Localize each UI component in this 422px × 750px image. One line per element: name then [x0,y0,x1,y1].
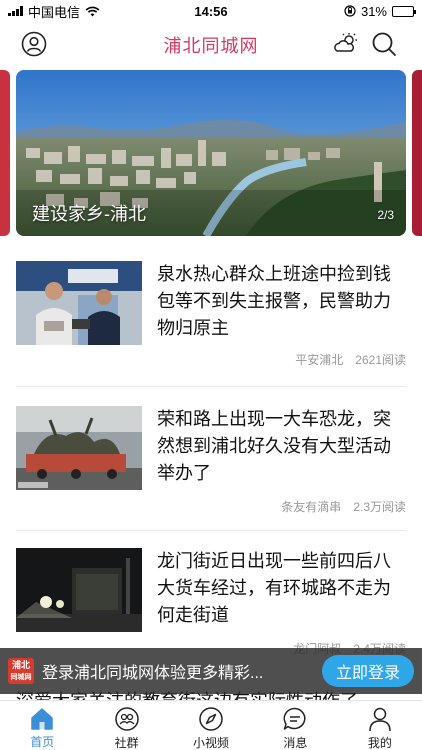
news-thumbnail [16,406,142,490]
app-logo: 浦北 同城网 [8,658,34,684]
tab-label: 我的 [367,736,392,750]
news-title: 龙门街近日出现一些前四后八大货车经过，有环城路不走为何走街道 [157,551,391,625]
login-prompt-text: 登录浦北同城网体验更多精彩... [42,665,264,682]
banner-page-indicator: 2/3 [377,208,394,222]
message-icon [282,706,308,732]
news-source: 条友有滴串 [281,500,342,514]
clock: 14:56 [194,3,228,19]
news-item[interactable]: 泉水热心群众上班途中捡到钱包等不到失主报警，民警助力物归原主 平安浦北 2621… [16,261,408,373]
compass-icon [198,706,224,732]
tab-profile[interactable]: 我的 [338,701,422,750]
news-thumbnail [16,548,142,632]
tab-community[interactable]: 社群 [84,701,168,750]
news-reads: 2621阅读 [355,353,406,367]
signal-icon [8,6,23,16]
header: 浦北同城网 [0,24,422,64]
banner-carousel[interactable]: 建设家乡-浦北 2/3 [0,70,422,238]
wifi-icon [85,6,100,16]
news-item[interactable]: 荣和路上出现一大车恐龙，突然想到浦北好久没有大型活动举办了 条友有滴串 2.3万… [16,406,408,518]
banner-slide[interactable]: 建设家乡-浦北 2/3 [16,70,406,236]
search-icon[interactable] [370,30,398,58]
news-reads: 2.3万阅读 [353,500,406,514]
tab-bar: 首页 社群 小视频 消息 我的 [0,700,422,750]
carrier-label: 中国电信 [28,4,81,20]
orientation-lock-icon [344,5,356,17]
tab-label: 消息 [283,736,308,750]
divider [16,530,406,531]
news-meta: 条友有滴串 2.3万阅读 [281,498,406,515]
battery-icon [392,5,416,17]
tab-label: 首页 [30,735,55,749]
login-prompt-bar: 浦北 同城网 登录浦北同城网体验更多精彩... 立即登录 [0,648,422,694]
tab-home[interactable]: 首页 [0,701,84,750]
profile-icon [367,706,393,732]
news-meta: 平安浦北 2621阅读 [295,351,406,368]
news-item[interactable]: 龙门街近日出现一些前四后八大货车经过，有环城路不走为何走街道 龙门阿叔 2.4万… [16,548,408,656]
home-icon [29,706,55,731]
tab-messages[interactable]: 消息 [253,701,337,750]
prev-slide-peek[interactable] [0,70,10,236]
tab-short-video[interactable]: 小视频 [169,701,253,750]
news-title: 荣和路上出现一大车恐龙，突然想到浦北好久没有大型活动举办了 [157,409,391,483]
tab-label: 小视频 [193,736,230,750]
news-title: 泉水热心群众上班途中捡到钱包等不到失主报警，民警助力物归原主 [157,264,391,338]
tab-label: 社群 [114,736,139,750]
divider [16,386,406,387]
news-source: 平安浦北 [295,353,344,367]
community-icon [114,706,140,732]
next-slide-peek[interactable] [412,70,422,236]
weather-icon[interactable] [332,30,360,58]
banner-caption: 建设家乡-浦北 [32,204,146,224]
battery-percent: 31% [360,3,387,19]
status-bar: 中国电信 14:56 31% [0,0,422,22]
news-thumbnail [16,261,142,345]
login-button[interactable]: 立即登录 [322,655,414,687]
